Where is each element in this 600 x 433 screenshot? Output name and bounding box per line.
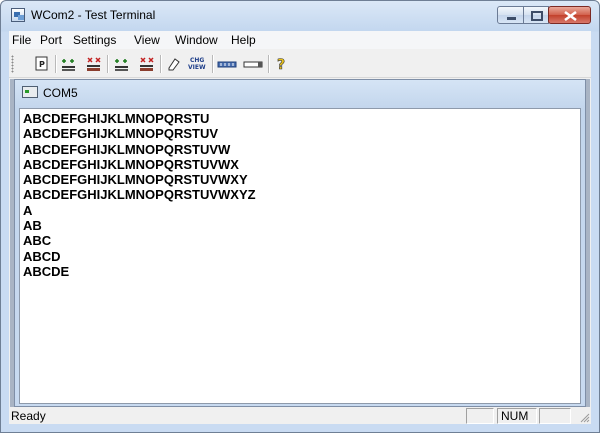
svg-text:CHG: CHG [190, 57, 204, 64]
disconnect-all-icon [140, 57, 154, 71]
svg-text:P: P [39, 60, 45, 69]
clear-button[interactable] [165, 55, 183, 73]
window-icon [243, 61, 263, 68]
terminal-line: ABCDEFGHIJKLMNOPQRSTUV [23, 126, 219, 142]
status-pane [539, 408, 571, 424]
client-area: File Port Settings View Window Help P CH… [9, 31, 591, 424]
terminal-output[interactable]: ABCDEFGHIJKLMNOPQRSTU ABCDEFGHIJKLMNOPQR… [19, 108, 581, 404]
terminal-line: ABCDEFGHIJKLMNOPQRSTUVWXYZ [23, 187, 256, 203]
toolbar-grip[interactable] [11, 55, 14, 73]
connect-icon [62, 59, 75, 71]
child-window-title: COM5 [43, 86, 78, 100]
print-icon: P [35, 56, 48, 71]
minimize-button[interactable] [497, 6, 524, 24]
status-pane-num: NUM [497, 408, 537, 424]
print-button[interactable]: P [33, 55, 51, 73]
terminal-icon [22, 86, 38, 98]
terminal-line: ABCD [23, 248, 61, 264]
status-text: Ready [11, 409, 46, 423]
status-bar: Ready NUM [9, 408, 591, 424]
status-pane [466, 408, 494, 424]
com-port-window[interactable]: COM5 ABCDEFGHIJKLMNOPQRSTU ABCDEFGHIJKLM… [14, 79, 586, 407]
change-view-icon: CHG VIEW [188, 57, 206, 71]
clear-icon [168, 58, 180, 71]
disconnect-icon [87, 57, 101, 71]
hex-view-button[interactable] [216, 55, 238, 73]
main-window: WCom2 - Test Terminal File Port Settings… [0, 0, 600, 433]
svg-text:VIEW: VIEW [188, 64, 206, 71]
terminal-line: A [23, 202, 33, 218]
disconnect-button[interactable] [85, 55, 103, 73]
app-icon[interactable] [11, 8, 25, 22]
terminal-line: ABCDE [23, 263, 70, 279]
minimize-icon [507, 17, 516, 20]
terminal-line: ABCDEFGHIJKLMNOPQRSTUVW [23, 141, 231, 157]
terminal-line: ABCDEFGHIJKLMNOPQRSTUVWXY [23, 172, 248, 188]
menu-settings[interactable]: Settings [73, 33, 116, 47]
svg-text:?: ? [277, 57, 285, 73]
maximize-button[interactable] [523, 6, 549, 24]
connect-all-button[interactable] [113, 55, 131, 73]
close-button[interactable] [548, 6, 591, 24]
title-bar[interactable]: WCom2 - Test Terminal [1, 1, 599, 31]
menu-file[interactable]: File [12, 33, 31, 47]
terminal-line: ABCDEFGHIJKLMNOPQRSTU [23, 111, 210, 126]
terminal-line: AB [23, 218, 42, 234]
terminal-line: ABC [23, 233, 52, 249]
menu-port[interactable]: Port [40, 33, 62, 47]
help-icon: ? [277, 57, 286, 73]
help-button[interactable]: ? [273, 55, 291, 73]
hex-view-icon [217, 61, 237, 68]
maximize-icon [531, 11, 543, 21]
menu-help[interactable]: Help [231, 33, 256, 47]
menu-view[interactable]: View [134, 33, 160, 47]
mdi-client-area: COM5 ABCDEFGHIJKLMNOPQRSTU ABCDEFGHIJKLM… [10, 79, 590, 407]
connect-button[interactable] [60, 55, 78, 73]
disconnect-all-button[interactable] [138, 55, 156, 73]
change-view-button[interactable]: CHG VIEW [187, 55, 207, 73]
toolbar: P CHG VIEW ? [9, 51, 591, 78]
window-title: WCom2 - Test Terminal [31, 8, 156, 22]
menu-bar: File Port Settings View Window Help [9, 31, 591, 49]
window-button[interactable] [242, 55, 264, 73]
size-grip-icon[interactable] [578, 411, 590, 423]
terminal-line: ABCDEFGHIJKLMNOPQRSTUVWX [23, 156, 239, 172]
connect-all-icon [115, 59, 128, 71]
close-icon [564, 10, 577, 22]
menu-window[interactable]: Window [175, 33, 218, 47]
